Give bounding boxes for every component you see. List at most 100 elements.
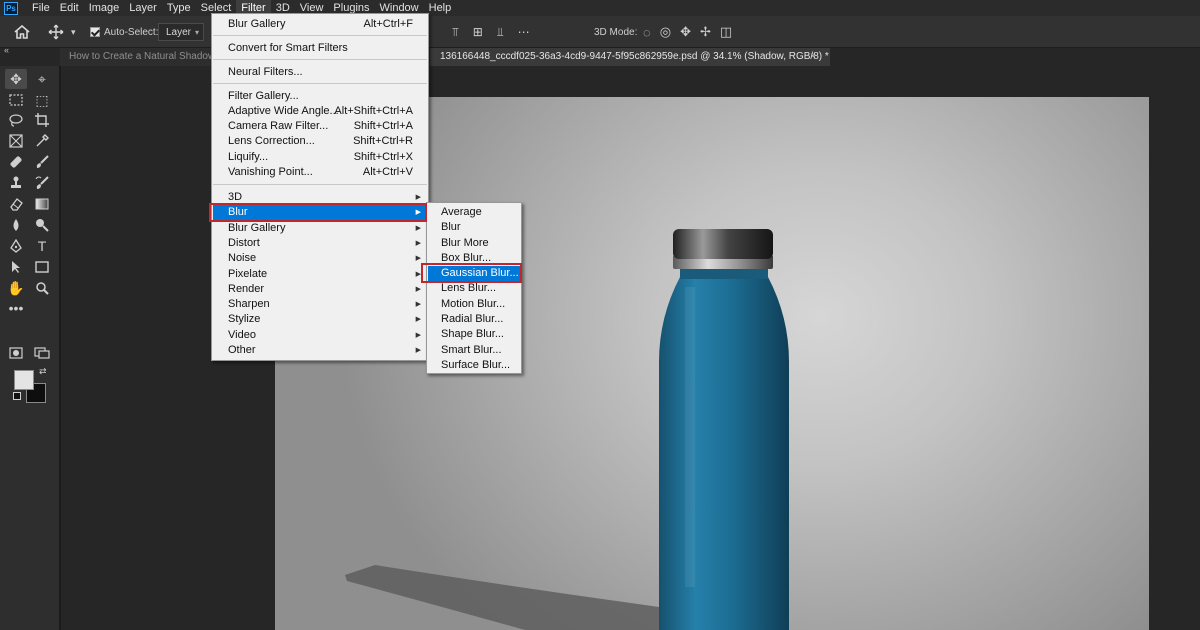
menu-item-radial-blur[interactable]: Radial Blur... — [428, 312, 520, 327]
menu-item-convert-smart-filters[interactable]: Convert for Smart Filters — [213, 41, 427, 56]
menu-item-pixelate[interactable]: Pixelate ▶ — [213, 267, 427, 282]
menu-item-other[interactable]: Other ▶ — [213, 343, 427, 358]
menu-item-filter-gallery[interactable]: Filter Gallery... — [213, 89, 427, 104]
3d-roll-icon[interactable]: ◎ — [660, 24, 671, 40]
menu-item-label: Render — [228, 283, 265, 295]
marquee-icon[interactable] — [5, 90, 27, 110]
auto-select-target-dropdown[interactable]: Layer ▾ — [158, 23, 204, 41]
menu-item-lens-blur[interactable]: Lens Blur... — [428, 281, 520, 296]
3d-slide-icon[interactable]: ✢ — [700, 24, 711, 40]
menu-file[interactable]: File — [27, 0, 55, 16]
menu-item-shape-blur[interactable]: Shape Blur... — [428, 327, 520, 342]
artboard-icon[interactable]: ⌖ — [31, 69, 53, 89]
menu-item-liquify[interactable]: Liquify... Shift+Ctrl+X — [213, 150, 427, 165]
align-top-icon[interactable]: ⫪ — [452, 25, 459, 40]
lasso-icon[interactable] — [5, 110, 27, 130]
swap-colors-icon[interactable]: ⇄ — [39, 366, 47, 377]
menu-item-surface-blur[interactable]: Surface Blur... — [428, 358, 520, 373]
chevron-down-icon[interactable]: ▾ — [71, 16, 76, 48]
blur-tool-icon[interactable] — [5, 215, 27, 235]
document-tab-active[interactable]: 136166448_cccdf025-36a3-4cd9-9447-5f95c8… — [430, 48, 830, 66]
3d-orbit-icon[interactable]: ◌ — [643, 25, 651, 40]
pen-icon[interactable] — [5, 236, 27, 256]
menu-item-distort[interactable]: Distort ▶ — [213, 236, 427, 251]
path-selection-icon[interactable] — [5, 257, 27, 277]
menu-separator — [213, 184, 427, 185]
more-options-icon[interactable]: ⋯ — [518, 25, 530, 39]
menu-item-render[interactable]: Render ▶ — [213, 282, 427, 297]
history-brush-icon[interactable] — [31, 173, 53, 193]
menu-item-sharpen[interactable]: Sharpen ▶ — [213, 297, 427, 312]
align-bottom-icon[interactable]: ⫫ — [497, 25, 504, 40]
menu-edit[interactable]: Edit — [55, 0, 84, 16]
dodge-icon[interactable] — [31, 215, 53, 235]
menu-item-label: Sharpen — [228, 298, 270, 310]
menu-item-label: Video — [228, 329, 256, 341]
menu-item-vanishing-point[interactable]: Vanishing Point... Alt+Ctrl+V — [213, 165, 427, 180]
submenu-arrow-icon: ▶ — [415, 347, 421, 354]
quick-mask-icon[interactable] — [5, 343, 27, 363]
menu-layer[interactable]: Layer — [124, 0, 162, 16]
menu-item-label: Blur Gallery — [228, 222, 286, 234]
auto-select-checkbox[interactable] — [90, 27, 100, 37]
menu-item-box-blur[interactable]: Box Blur... — [428, 251, 520, 266]
menu-separator — [213, 35, 427, 36]
menu-item-camera-raw-filter[interactable]: Camera Raw Filter... Shift+Ctrl+A — [213, 119, 427, 134]
close-icon[interactable]: × — [810, 48, 816, 66]
menu-item-neural-filters[interactable]: Neural Filters... — [213, 65, 427, 80]
auto-select-option[interactable]: Auto-Select: — [90, 16, 158, 48]
frame-icon[interactable] — [5, 131, 27, 151]
submenu-arrow-icon: ▶ — [415, 255, 421, 262]
menu-item-blur-more[interactable]: Blur More — [428, 236, 520, 251]
menu-item-average[interactable]: Average — [428, 205, 520, 220]
crop-icon[interactable] — [31, 110, 53, 130]
submenu-arrow-icon: ▶ — [415, 194, 421, 201]
brush-icon[interactable] — [31, 152, 53, 172]
align-vcenter-icon[interactable]: ⊞ — [473, 25, 483, 39]
screen-mode-icon[interactable] — [31, 343, 53, 363]
more-tools-icon[interactable]: ••• — [5, 298, 27, 318]
clone-stamp-icon[interactable] — [5, 173, 27, 193]
menu-image[interactable]: Image — [84, 0, 125, 16]
healing-brush-icon[interactable] — [5, 152, 27, 172]
submenu-arrow-icon: ▶ — [415, 316, 421, 323]
move-tool-icon[interactable] — [48, 16, 64, 48]
menu-item-blur[interactable]: Blur ▶ — [213, 205, 427, 220]
menu-item-noise[interactable]: Noise ▶ — [213, 251, 427, 266]
document-tab[interactable]: How to Create a Natural Shadow in Photos… — [60, 48, 212, 66]
eyedropper-icon[interactable] — [31, 131, 53, 151]
hand-icon[interactable]: ✋ — [5, 278, 27, 298]
zoom-icon[interactable] — [31, 278, 53, 298]
3d-scale-icon[interactable]: ◫ — [720, 24, 732, 40]
menu-item-lens-correction[interactable]: Lens Correction... Shift+Ctrl+R — [213, 134, 427, 149]
menu-item-gaussian-blur[interactable]: Gaussian Blur... — [428, 266, 520, 281]
menu-item-smart-blur[interactable]: Smart Blur... — [428, 343, 520, 358]
gradient-icon[interactable] — [31, 194, 53, 214]
menu-type[interactable]: Type — [162, 0, 196, 16]
foreground-color-swatch[interactable] — [14, 370, 34, 390]
menu-item-video[interactable]: Video ▶ — [213, 328, 427, 343]
eraser-icon[interactable] — [5, 194, 27, 214]
menu-item-last-filter[interactable]: Blur Gallery Alt+Ctrl+F — [213, 17, 427, 32]
3d-pan-icon[interactable]: ✥ — [680, 24, 691, 40]
menu-item-3d[interactable]: 3D ▶ — [213, 190, 427, 205]
home-icon[interactable] — [14, 16, 30, 48]
default-colors-icon[interactable] — [13, 392, 21, 400]
rectangle-icon[interactable] — [31, 257, 53, 277]
move-icon[interactable]: ✥ — [5, 69, 27, 89]
auto-select-label: Auto-Select: — [104, 26, 159, 38]
chevron-down-icon: ▾ — [194, 27, 199, 37]
document-tab-title: 136166448_cccdf025-36a3-4cd9-9447-5f95c8… — [440, 51, 829, 62]
auto-select-target-value: Layer — [166, 26, 192, 38]
3d-mode-icons: ◌ ◎ ✥ ✢ ◫ — [643, 16, 732, 48]
menu-item-motion-blur[interactable]: Motion Blur... — [428, 297, 520, 312]
menu-item-adaptive-wide-angle[interactable]: Adaptive Wide Angle... Alt+Shift+Ctrl+A — [213, 104, 427, 119]
collapse-panels-icon[interactable]: « — [4, 45, 9, 55]
object-selection-icon[interactable]: ⬚ — [31, 90, 53, 110]
menu-item-blur-basic[interactable]: Blur — [428, 220, 520, 235]
menu-item-label: Neural Filters... — [228, 66, 303, 78]
type-icon[interactable]: T — [31, 236, 53, 256]
menu-item-stylize[interactable]: Stylize ▶ — [213, 312, 427, 327]
bottle-cap — [673, 229, 773, 259]
menu-item-blur-gallery[interactable]: Blur Gallery ▶ — [213, 221, 427, 236]
